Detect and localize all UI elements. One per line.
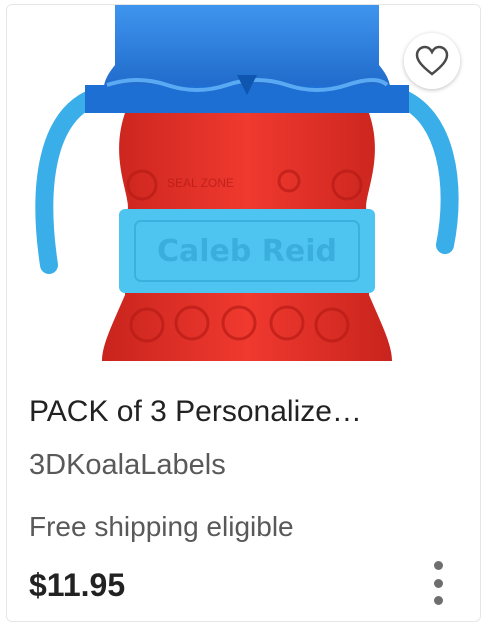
product-image[interactable]: SEAL ZONE Caleb Reid: [7, 5, 480, 361]
listing-card[interactable]: SEAL ZONE Caleb Reid PACK of 3 Personali…: [6, 4, 481, 622]
shipping-label: Free shipping eligible: [29, 511, 294, 542]
vertical-ellipsis-icon-dot: [433, 578, 443, 588]
embossed-text: SEAL ZONE: [167, 176, 234, 190]
shop-name[interactable]: 3DKoalaLabels: [29, 447, 226, 483]
heart-outline-icon: [415, 45, 449, 76]
vertical-ellipsis-icon-dot: [433, 596, 443, 605]
more-options-button[interactable]: [426, 561, 450, 605]
favorite-button[interactable]: [404, 33, 460, 89]
vertical-ellipsis-icon: [433, 561, 443, 570]
listing-title[interactable]: PACK of 3 Personalize…: [29, 393, 449, 431]
price: $11.95: [29, 567, 126, 603]
band-name-text: Caleb Reid: [157, 234, 337, 269]
